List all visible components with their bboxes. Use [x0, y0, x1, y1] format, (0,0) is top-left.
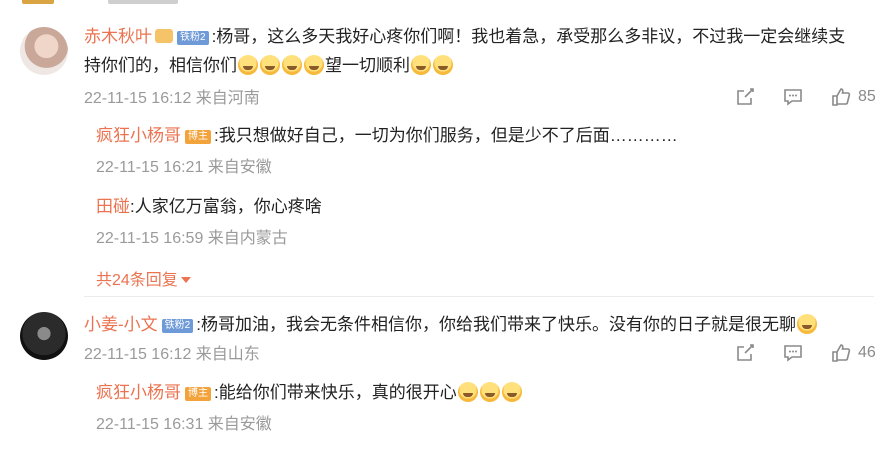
vip-icon — [155, 29, 173, 43]
username-link[interactable]: 疯狂小杨哥 — [96, 126, 181, 145]
reply: 疯狂小杨哥 博主:我只想做好自己，一切为你们服务，但是少不了后面………… — [96, 123, 678, 149]
username-link[interactable]: 田碰 — [96, 197, 130, 216]
emoji-icon — [796, 314, 817, 334]
comment-text: 赤木秋叶 铁粉2:杨哥，这么多天我好心疼你们啊！我也着急，承受那么多非议，不过我一… — [84, 24, 845, 50]
avatar[interactable] — [20, 312, 68, 360]
username-link[interactable]: 疯狂小杨哥 — [96, 383, 181, 402]
emoji-icon — [457, 382, 478, 402]
reply: 田碰:人家亿万富翁，你心疼啥 — [96, 194, 322, 220]
emoji-icon — [304, 55, 324, 75]
like-count: 46 — [858, 344, 876, 361]
comment-text: 小姜-小文 铁粉2:杨哥加油，我会无条件相信你，你给我们带来了快乐。没有你的日子就… — [84, 312, 818, 338]
avatar[interactable] — [20, 27, 68, 75]
author-badge: 博主 — [185, 387, 211, 401]
comment-icon[interactable] — [782, 342, 804, 364]
comment-body: :杨哥加油，我会无条件相信你，你给我们带来了快乐。没有你的日子就是很无聊 — [196, 315, 796, 334]
comment-icon[interactable] — [782, 86, 804, 108]
username-link[interactable]: 赤木秋叶 — [84, 27, 152, 46]
comment-meta: 22-11-15 16:12 来自山东 — [84, 346, 260, 363]
reply-body: :人家亿万富翁，你心疼啥 — [130, 197, 322, 216]
emoji-icon — [282, 55, 302, 75]
emoji-icon — [479, 382, 500, 402]
emoji-icon — [433, 55, 453, 75]
reply: 疯狂小杨哥 博主:能给你们带来快乐，真的很开心 — [96, 380, 523, 406]
like-button[interactable]: 85 — [830, 86, 876, 108]
comment-actions: 85 — [734, 86, 876, 108]
fan-badge[interactable]: 铁粉2 — [161, 319, 194, 333]
reply-body: :我只想做好自己，一切为你们服务，但是少不了后面………… — [214, 126, 678, 145]
share-icon[interactable] — [734, 86, 756, 108]
emoji-icon — [411, 55, 431, 75]
more-replies-label: 共24条回复 — [96, 272, 178, 289]
share-icon[interactable] — [734, 342, 756, 364]
comment-text-line2: 持你们的，相信你们 望一切顺利 — [84, 53, 454, 79]
comment-actions: 46 — [734, 342, 876, 364]
like-icon — [830, 342, 852, 364]
comment-body-line2b: 望一切顺利 — [325, 56, 410, 75]
fan-badge[interactable]: 铁粉2 — [177, 31, 209, 45]
author-badge: 博主 — [185, 130, 211, 144]
emoji-icon — [501, 382, 522, 402]
like-icon — [830, 86, 852, 108]
username-link[interactable]: 小姜-小文 — [84, 315, 158, 334]
comment-body-line1: :杨哥，这么多天我好心疼你们啊！我也着急，承受那么多非议，不过我一定会继续支 — [211, 27, 846, 46]
reply-meta: 22-11-15 16:31 来自安徽 — [96, 416, 272, 433]
more-replies-link[interactable]: 共24条回复 — [96, 266, 191, 290]
comment-body-line2a: 持你们的，相信你们 — [84, 56, 237, 75]
clipped-top-strip — [0, 0, 886, 6]
reply-body: :能给你们带来快乐，真的很开心 — [214, 383, 457, 402]
like-count: 85 — [858, 88, 876, 105]
reply-meta: 22-11-15 16:59 来自内蒙古 — [96, 230, 288, 247]
reply-meta: 22-11-15 16:21 来自安徽 — [96, 159, 272, 176]
emoji-icon — [238, 55, 258, 75]
chevron-down-icon — [180, 277, 191, 283]
like-button[interactable]: 46 — [830, 342, 876, 364]
comment-meta: 22-11-15 16:12 来自河南 — [84, 90, 260, 107]
emoji-icon — [260, 55, 280, 75]
divider — [84, 296, 874, 297]
